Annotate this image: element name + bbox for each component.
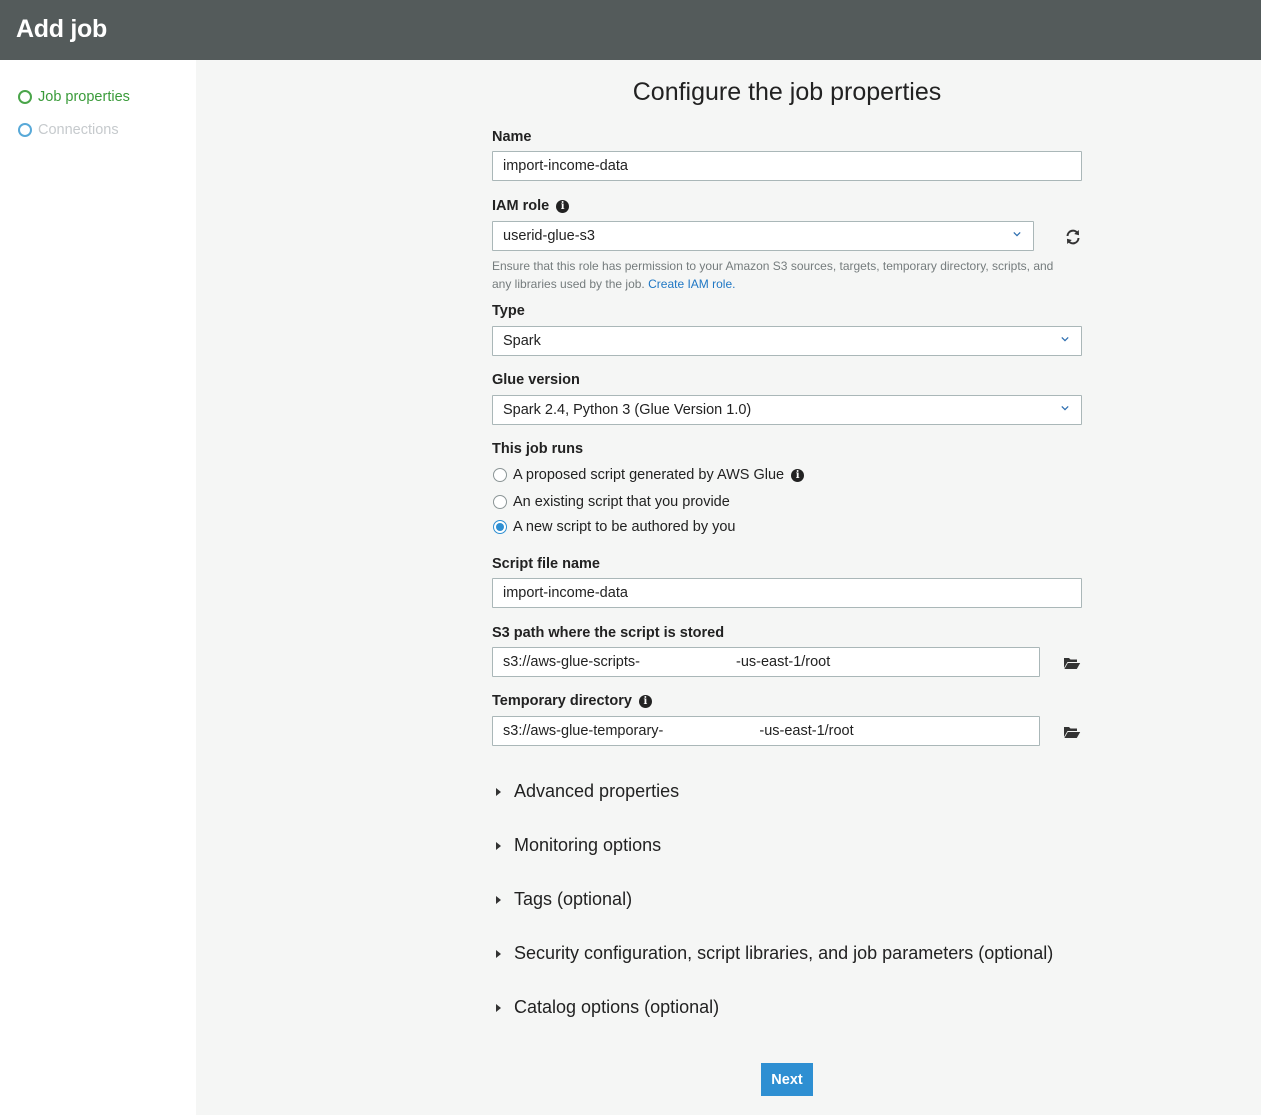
wizard-sidebar: Job properties Connections: [0, 60, 196, 1115]
job-runs-label: This job runs: [492, 441, 583, 457]
job-runs-option-proposed[interactable]: A proposed script generated by AWS Glue …: [493, 467, 805, 483]
chevron-down-icon: [1013, 231, 1021, 237]
script-file-name-label: Script file name: [492, 556, 600, 572]
section-advanced-properties[interactable]: Advanced properties: [496, 781, 679, 802]
page-header-title: Add job: [16, 15, 107, 43]
s3-path-label: S3 path where the script is stored: [492, 625, 724, 641]
script-file-name-input[interactable]: import-income-data: [492, 578, 1082, 608]
caret-right-icon: [496, 787, 501, 796]
caret-right-icon: [496, 1003, 501, 1012]
chevron-down-icon: [1061, 336, 1069, 342]
radio-label: A new script to be authored by you: [513, 519, 736, 535]
type-label-text: Type: [492, 303, 525, 319]
glue-version-label-text: Glue version: [492, 372, 580, 388]
sidebar-step-connections[interactable]: Connections: [18, 120, 119, 140]
type-selected-value: Spark: [503, 333, 541, 349]
radio-button[interactable]: [493, 495, 507, 509]
name-input[interactable]: import-income-data: [492, 151, 1082, 181]
temp-dir-label: Temporary directory i: [492, 693, 652, 709]
caret-right-icon: [496, 895, 501, 904]
section-tags[interactable]: Tags (optional): [496, 889, 632, 910]
sidebar-step-job-properties[interactable]: Job properties: [18, 87, 130, 107]
iam-role-help: Ensure that this role has permission to …: [492, 259, 1054, 291]
iam-role-selected-value: userid-glue-s3: [503, 228, 595, 244]
sidebar-step-label: Job properties: [38, 89, 130, 105]
radio-label: An existing script that you provide: [513, 494, 730, 510]
temp-dir-suffix: -us-east-1/root: [759, 723, 854, 739]
chevron-down-icon: [1061, 405, 1069, 411]
s3-path-prefix: s3://aws-glue-scripts-: [503, 654, 640, 670]
name-label: Name: [492, 129, 532, 145]
section-title: Security configuration, script libraries…: [514, 943, 1054, 963]
folder-open-icon[interactable]: [1063, 723, 1081, 741]
caret-right-icon: [496, 949, 501, 958]
s3-path-suffix: -us-east-1/root: [735, 654, 831, 670]
s3-path-label-text: S3 path where the script is stored: [492, 625, 725, 641]
iam-role-label: IAM role i: [492, 198, 570, 214]
job-runs-option-existing[interactable]: An existing script that you provide: [493, 494, 730, 510]
glue-version-select[interactable]: Spark 2.4, Python 3 (Glue Version 1.0): [492, 395, 1082, 425]
temp-dir-prefix: s3://aws-glue-temporary-: [503, 723, 664, 739]
section-security-configuration[interactable]: Security configuration, script libraries…: [496, 943, 1053, 964]
info-icon[interactable]: i: [791, 468, 805, 482]
iam-role-select[interactable]: userid-glue-s3: [492, 221, 1034, 251]
section-catalog-options[interactable]: Catalog options (optional): [496, 997, 719, 1018]
iam-role-help-text: Ensure that this role has permission to …: [492, 257, 1072, 293]
script-file-name-value: import-income-data: [503, 585, 628, 601]
job-runs-label-text: This job runs: [492, 441, 584, 457]
iam-role-label-text: IAM role: [492, 198, 550, 214]
sidebar-step-label: Connections: [38, 122, 119, 138]
step-circle-icon: [18, 90, 32, 104]
glue-version-label: Glue version: [492, 372, 580, 388]
radio-button-selected[interactable]: [493, 520, 507, 534]
section-monitoring-options[interactable]: Monitoring options: [496, 835, 661, 856]
script-file-name-label-text: Script file name: [492, 556, 600, 572]
section-title: Monitoring options: [514, 835, 662, 855]
top-bar: Add job: [0, 0, 1261, 60]
radio-label: A proposed script generated by AWS Glue: [513, 467, 785, 483]
info-icon[interactable]: i: [638, 694, 652, 708]
temp-dir-label-text: Temporary directory: [492, 693, 632, 709]
temp-dir-input[interactable]: s3://aws-glue-temporary- -us-east-1/root: [492, 716, 1040, 746]
type-select[interactable]: Spark: [492, 326, 1082, 356]
section-title: Tags (optional): [514, 889, 633, 909]
step-circle-icon: [18, 123, 32, 137]
create-iam-role-link[interactable]: Create IAM role.: [648, 277, 735, 291]
refresh-icon[interactable]: [1064, 228, 1082, 246]
section-title: Catalog options (optional): [514, 997, 720, 1017]
type-label: Type: [492, 303, 525, 319]
name-label-text: Name: [492, 129, 532, 145]
glue-version-selected-value: Spark 2.4, Python 3 (Glue Version 1.0): [503, 402, 752, 418]
folder-open-icon[interactable]: [1063, 654, 1081, 672]
info-icon[interactable]: i: [556, 199, 570, 213]
section-title: Advanced properties: [514, 781, 680, 801]
s3-path-input[interactable]: s3://aws-glue-scripts- -us-east-1/root: [492, 647, 1040, 677]
job-runs-option-new[interactable]: A new script to be authored by you: [493, 519, 735, 535]
radio-button[interactable]: [493, 468, 507, 482]
caret-right-icon: [496, 841, 501, 850]
name-input-value: import-income-data: [503, 158, 628, 174]
next-button[interactable]: Next: [761, 1063, 813, 1096]
form-title: Configure the job properties: [632, 78, 942, 106]
